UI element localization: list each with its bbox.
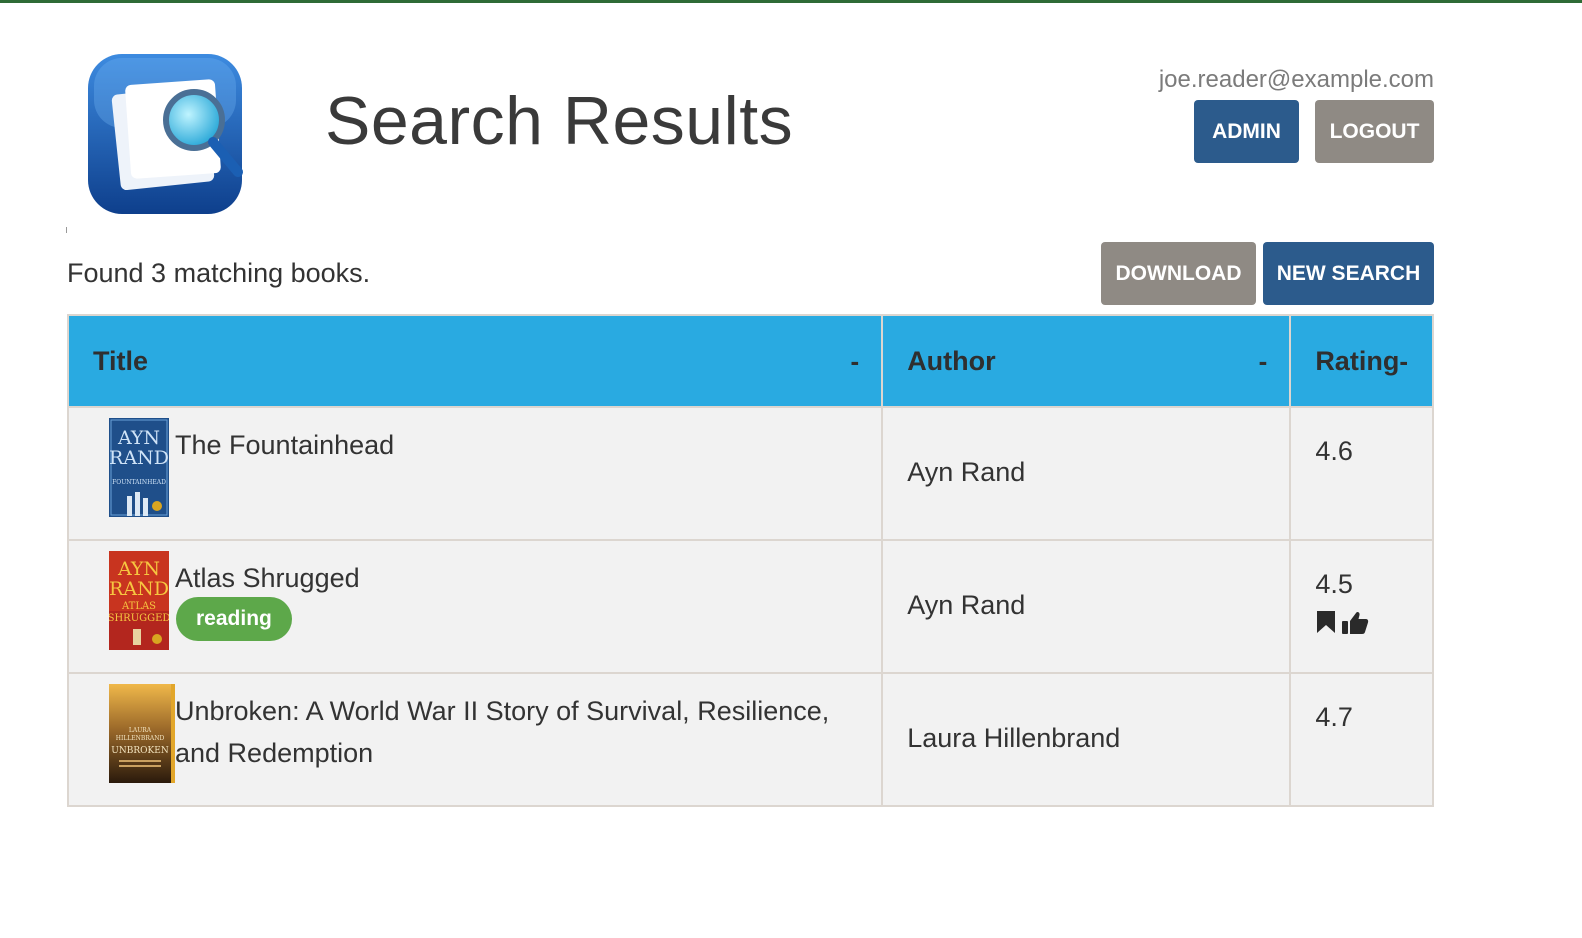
logout-button[interactable]: LOGOUT [1315, 100, 1434, 163]
book-title[interactable]: The Fountainhead [175, 424, 855, 466]
cover-text: LAURA [129, 727, 152, 734]
admin-button[interactable]: ADMIN [1194, 100, 1299, 163]
title-cell: AYN RAND FOUNTAINHEAD The Fountainhead [66, 406, 884, 541]
table-row[interactable]: AYN RAND ATLAS SHRUGGED Atlas Shrugged r… [66, 539, 1434, 674]
fountainhead-cover-icon[interactable]: AYN RAND FOUNTAINHEAD [109, 418, 169, 517]
author-cell: Ayn Rand [881, 406, 1292, 541]
column-header-title[interactable]: Title - [66, 314, 884, 408]
rating-value: 4.6 [1315, 436, 1353, 466]
download-button[interactable]: DOWNLOAD [1101, 242, 1256, 305]
author-name: Ayn Rand [907, 457, 1026, 487]
rating-value: 4.7 [1315, 702, 1353, 732]
top-accent-bar [0, 0, 1582, 3]
column-header-rating[interactable]: Rating- [1289, 314, 1434, 408]
unbroken-cover-icon[interactable]: LAURA HILLENBRAND UNBROKEN [109, 684, 175, 783]
rating-cell: 4.6 [1289, 406, 1434, 541]
cover-text: UNBROKEN [111, 746, 169, 756]
rating-cell: 4.7 [1289, 672, 1434, 807]
book-title[interactable]: Unbroken: A World War II Story of Surviv… [175, 690, 855, 774]
sort-indicator-title[interactable]: - [851, 346, 860, 377]
results-table: Title - Author - Rating- AYN RAND FOUNTA… [66, 314, 1434, 807]
column-header-rating-label: Rating [1315, 345, 1400, 376]
cover-text: AYN [117, 558, 160, 580]
sort-indicator-rating[interactable]: - [1399, 346, 1408, 376]
bookmark-icon[interactable] [1315, 610, 1337, 643]
cover-text: HILLENBRAND [116, 735, 165, 742]
column-header-title-label: Title [93, 345, 149, 376]
user-email: joe.reader@example.com [1158, 66, 1434, 93]
result-count-text: Found 3 matching books. [67, 258, 371, 288]
table-row[interactable]: LAURA HILLENBRAND UNBROKEN Unbroken: A W… [66, 672, 1434, 807]
book-title[interactable]: Atlas Shrugged [175, 557, 855, 599]
cover-text: RAND [109, 578, 169, 600]
reading-status-badge: reading [176, 597, 292, 641]
cover-text: FOUNTAINHEAD [112, 479, 166, 486]
author-cell: Laura Hillenbrand [881, 672, 1292, 807]
table-header-row: Title - Author - Rating- [66, 314, 1434, 408]
table-row[interactable]: AYN RAND FOUNTAINHEAD The Fountainhead A… [66, 406, 1434, 541]
title-cell: AYN RAND ATLAS SHRUGGED Atlas Shrugged r… [66, 539, 884, 674]
sort-indicator-author[interactable]: - [1259, 346, 1268, 377]
divider-mark [66, 227, 67, 233]
author-name: Ayn Rand [907, 590, 1026, 620]
author-cell: Ayn Rand [881, 539, 1292, 674]
cover-text: RAND [109, 447, 169, 469]
column-header-author[interactable]: Author - [881, 314, 1292, 408]
app-logo-icon [86, 50, 246, 218]
cover-text: SHRUGGED [109, 613, 169, 624]
title-cell: LAURA HILLENBRAND UNBROKEN Unbroken: A W… [66, 672, 884, 807]
new-search-button[interactable]: NEW SEARCH [1263, 242, 1434, 305]
atlas-shrugged-cover-icon[interactable]: AYN RAND ATLAS SHRUGGED [109, 551, 169, 650]
author-name: Laura Hillenbrand [907, 723, 1121, 753]
rating-cell: 4.5 [1289, 539, 1434, 674]
page-title: Search Results [325, 83, 794, 159]
cover-text: ATLAS [121, 601, 156, 612]
cover-text: AYN [117, 427, 160, 449]
thumbs-up-icon[interactable] [1341, 610, 1369, 643]
rating-value: 4.5 [1315, 569, 1353, 599]
column-header-author-label: Author [907, 345, 996, 376]
